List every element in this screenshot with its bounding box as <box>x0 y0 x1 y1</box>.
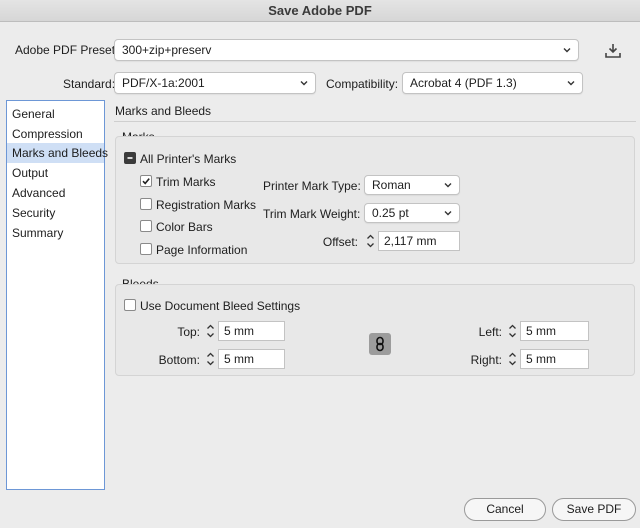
offset-label: Offset: <box>322 235 358 249</box>
offset-input[interactable]: 2,117 mm <box>378 231 460 251</box>
chain-link-icon <box>376 336 384 352</box>
preset-value: 300+zip+preserv <box>122 43 212 57</box>
preset-select[interactable]: 300+zip+preserv <box>114 39 579 61</box>
sidebar-item-output[interactable]: Output <box>7 163 104 183</box>
use-document-bleed-label: Use Document Bleed Settings <box>140 299 301 313</box>
panel-title-divider <box>114 121 636 122</box>
page-information-checkbox[interactable] <box>140 243 152 255</box>
bleed-bottom-stepper[interactable] <box>205 349 216 369</box>
sidebar-item-security[interactable]: Security <box>7 203 104 223</box>
trim-marks-checkbox[interactable] <box>140 175 152 187</box>
all-printers-marks-label: All Printer's Marks <box>140 152 237 166</box>
bleed-bottom-input[interactable]: 5 mm <box>218 349 285 369</box>
bleed-left-label: Left: <box>478 325 502 339</box>
bleed-right-input[interactable]: 5 mm <box>520 349 589 369</box>
sidebar-item-compression[interactable]: Compression <box>7 124 104 144</box>
trim-mark-weight-label: Trim Mark Weight: <box>263 207 361 221</box>
registration-marks-label: Registration Marks <box>156 198 257 212</box>
sidebar-item-marks-and-bleeds[interactable]: Marks and Bleeds <box>7 143 108 163</box>
chevron-down-icon <box>444 183 452 188</box>
bleed-top-label: Top: <box>177 325 200 339</box>
all-printers-marks-checkbox[interactable] <box>124 152 136 164</box>
trim-marks-label: Trim Marks <box>156 175 216 189</box>
compatibility-label: Compatibility: <box>326 77 399 91</box>
window-title: Save Adobe PDF <box>0 0 640 22</box>
preset-label: Adobe PDF Preset: <box>15 43 119 57</box>
standard-value: PDF/X-1a:2001 <box>122 76 205 90</box>
offset-stepper[interactable] <box>365 231 376 251</box>
cancel-button[interactable]: Cancel <box>464 498 546 521</box>
chevron-down-icon <box>444 211 452 216</box>
chevron-down-icon <box>563 48 571 53</box>
compatibility-value: Acrobat 4 (PDF 1.3) <box>410 76 517 90</box>
standard-select[interactable]: PDF/X-1a:2001 <box>114 72 316 94</box>
color-bars-label: Color Bars <box>156 220 213 234</box>
save-pdf-button[interactable]: Save PDF <box>552 498 636 521</box>
compatibility-select[interactable]: Acrobat 4 (PDF 1.3) <box>402 72 583 94</box>
bleed-right-label: Right: <box>470 353 502 367</box>
bleed-left-stepper[interactable] <box>507 321 518 341</box>
bleed-top-stepper[interactable] <box>205 321 216 341</box>
sidebar-item-summary[interactable]: Summary <box>7 223 104 243</box>
use-document-bleed-checkbox[interactable] <box>124 299 136 311</box>
bleed-right-stepper[interactable] <box>507 349 518 369</box>
save-preset-icon[interactable] <box>604 43 622 59</box>
trim-mark-weight-value: 0.25 pt <box>372 206 409 220</box>
standard-label: Standard: <box>63 77 116 91</box>
minus-icon <box>127 157 133 159</box>
trim-mark-weight-select[interactable]: 0.25 pt <box>364 203 460 223</box>
link-bleeds-button[interactable] <box>369 333 391 355</box>
chevron-down-icon <box>300 81 308 86</box>
chevron-down-icon <box>567 81 575 86</box>
page-information-label: Page Information <box>156 243 248 257</box>
bleed-left-input[interactable]: 5 mm <box>520 321 589 341</box>
sidebar-item-advanced[interactable]: Advanced <box>7 183 104 203</box>
sidebar: General Compression Marks and Bleeds Out… <box>6 100 108 490</box>
printer-mark-type-select[interactable]: Roman <box>364 175 460 195</box>
printer-mark-type-value: Roman <box>372 178 411 192</box>
panel-title: Marks and Bleeds <box>115 104 212 118</box>
color-bars-checkbox[interactable] <box>140 220 152 232</box>
bleed-bottom-label: Bottom: <box>158 353 200 367</box>
sidebar-item-general[interactable]: General <box>7 104 104 124</box>
registration-marks-checkbox[interactable] <box>140 198 152 210</box>
checkmark-icon <box>142 178 150 185</box>
printer-mark-type-label: Printer Mark Type: <box>263 179 361 193</box>
bleed-top-input[interactable]: 5 mm <box>218 321 285 341</box>
